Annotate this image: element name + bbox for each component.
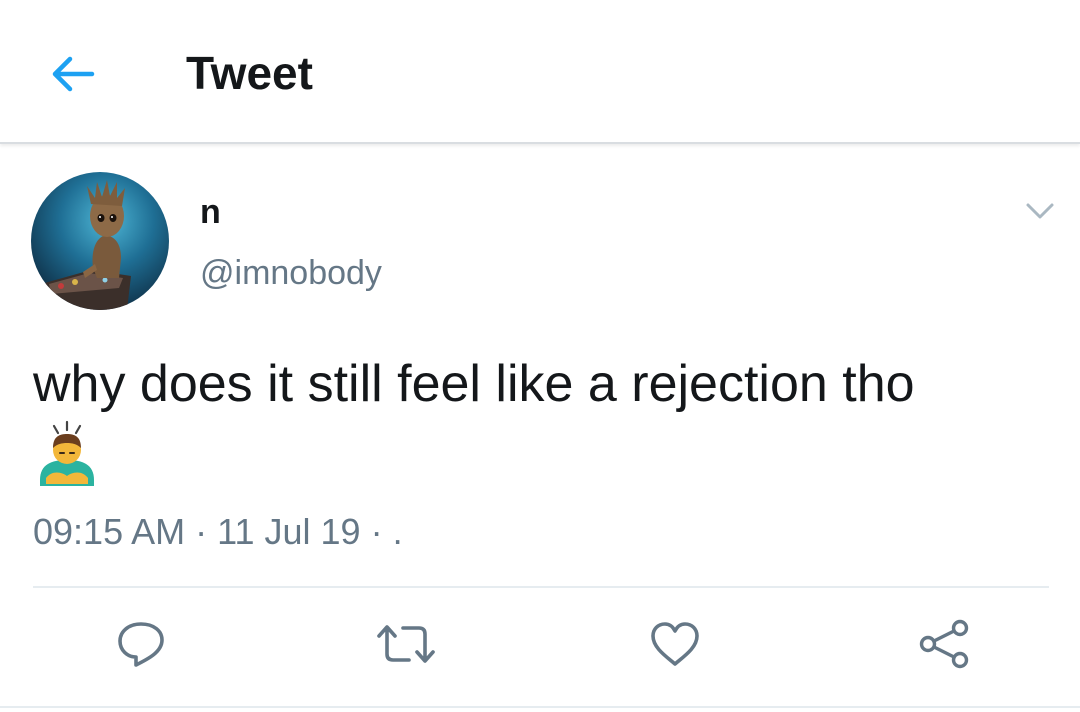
reply-button[interactable] bbox=[109, 614, 173, 674]
reply-icon bbox=[118, 622, 164, 667]
like-button[interactable] bbox=[643, 614, 707, 674]
retweet-icon bbox=[377, 625, 435, 663]
page-title: Tweet bbox=[186, 47, 313, 99]
share-icon bbox=[919, 619, 969, 669]
tweet-options-button[interactable] bbox=[1018, 196, 1062, 226]
avatar-image bbox=[31, 172, 169, 310]
divider bbox=[33, 586, 1049, 588]
bottom-divider bbox=[0, 706, 1080, 708]
avatar[interactable] bbox=[31, 172, 169, 310]
user-handle[interactable]: @imnobody bbox=[200, 252, 382, 294]
meta-trailing: · . bbox=[370, 511, 403, 552]
tweet-date: 11 Jul 19 bbox=[217, 511, 361, 552]
retweet-button[interactable] bbox=[374, 614, 438, 674]
chevron-down-icon bbox=[1026, 203, 1054, 219]
app-header: Tweet bbox=[0, 0, 1080, 144]
meta-separator: · bbox=[195, 511, 208, 552]
tweet-meta: 09:15 AM · 11 Jul 19 · . bbox=[33, 510, 403, 554]
share-button[interactable] bbox=[912, 614, 976, 674]
arrow-left-icon bbox=[52, 56, 95, 92]
heart-icon bbox=[651, 622, 699, 666]
display-name[interactable]: n bbox=[200, 192, 221, 232]
tweet-time: 09:15 AM bbox=[33, 511, 186, 552]
person-bowing-emoji bbox=[36, 420, 98, 488]
back-button[interactable] bbox=[44, 48, 100, 100]
tweet-text: why does it still feel like a rejection … bbox=[33, 355, 915, 413]
